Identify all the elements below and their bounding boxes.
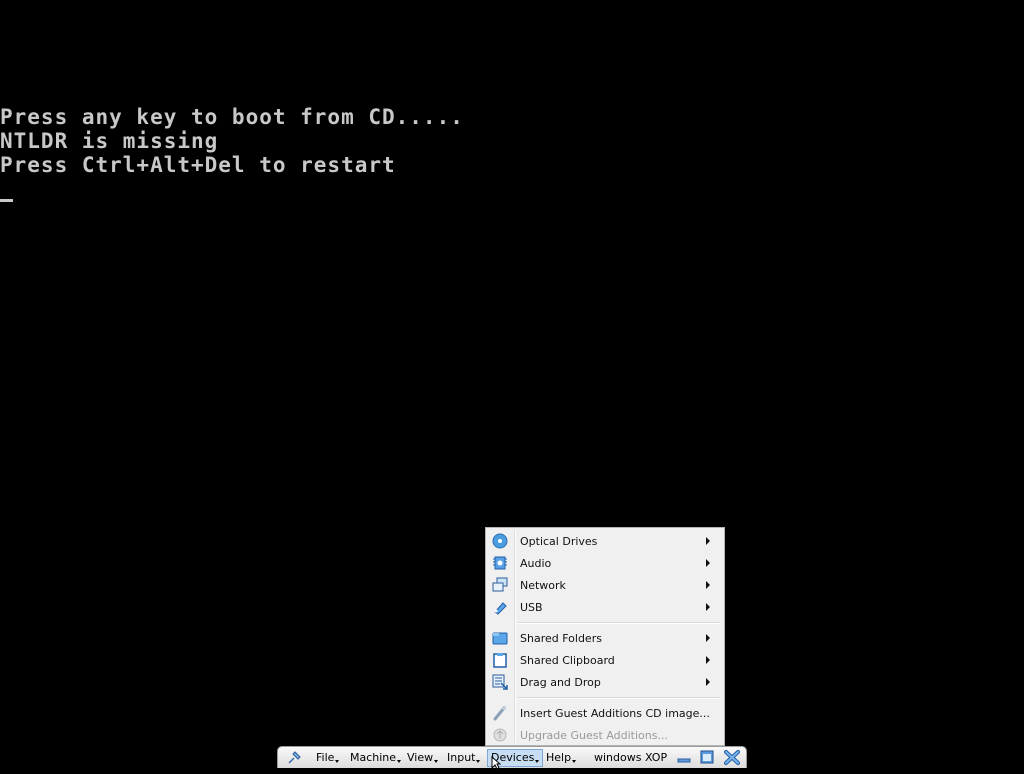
folder-icon <box>488 630 512 646</box>
audio-chip-icon <box>488 555 512 571</box>
menu-item-label: Insert Guest Additions CD image... <box>520 706 710 720</box>
dropdown-arrow-icon <box>572 760 577 763</box>
restore-icon[interactable] <box>698 749 716 766</box>
submenu-arrow-icon <box>706 537 710 545</box>
usb-icon <box>488 599 512 615</box>
upgrade-icon <box>488 727 512 743</box>
vm-console-output: Press any key to boot from CD..... NTLDR… <box>0 105 464 177</box>
dropdown-arrow-icon <box>335 760 340 763</box>
menu-item-label: Drag and Drop <box>520 675 601 689</box>
menu-item-shared-clipboard[interactable]: Shared Clipboard <box>488 649 722 671</box>
submenu-arrow-icon <box>706 603 710 611</box>
menu-item-network[interactable]: Network <box>488 574 722 596</box>
toolbar-menu-view[interactable]: View <box>404 749 441 767</box>
toolbar-menu-file[interactable]: File <box>313 749 342 767</box>
toolbar-menu-label: File <box>316 751 335 764</box>
submenu-arrow-icon <box>706 581 710 589</box>
submenu-arrow-icon <box>706 678 710 686</box>
dropdown-arrow-icon <box>434 760 439 763</box>
menu-item-audio[interactable]: Audio <box>488 552 722 574</box>
menu-item-shared-folders[interactable]: Shared Folders <box>488 627 722 649</box>
submenu-arrow-icon <box>706 559 710 567</box>
toolbar-menu-machine[interactable]: Machine <box>347 749 404 767</box>
dropdown-arrow-icon <box>476 760 481 763</box>
drag-drop-icon <box>488 674 512 690</box>
toolbar-menu-label: Input <box>447 751 476 764</box>
optical-disc-icon <box>488 533 512 549</box>
menu-item-usb[interactable]: USB <box>488 596 722 618</box>
close-icon[interactable] <box>723 749 741 766</box>
vm-name-label: windows XOP <box>594 751 668 764</box>
menu-item-label: Audio <box>520 556 552 570</box>
menu-separator <box>518 622 720 624</box>
submenu-arrow-icon <box>706 634 710 642</box>
menu-item-drag-and-drop[interactable]: Drag and Drop <box>488 671 722 693</box>
dropdown-arrow-icon <box>397 760 402 763</box>
menu-item-label: Shared Clipboard <box>520 653 615 667</box>
devices-menu: Optical Drives Audio Network USB Shared … <box>485 527 725 746</box>
menu-separator <box>518 697 720 699</box>
menu-item-label: Shared Folders <box>520 631 602 645</box>
clipboard-icon <box>488 652 512 668</box>
console-line: NTLDR is missing <box>0 129 219 153</box>
toolbar-menu-input[interactable]: Input <box>444 749 483 767</box>
vm-mini-toolbar: File Machine View Input Devices Help win… <box>277 746 747 768</box>
menu-item-upgrade-guest-additions: Upgrade Guest Additions... <box>488 724 722 746</box>
toolbar-menu-help[interactable]: Help <box>543 749 579 767</box>
guest-additions-icon <box>488 705 512 721</box>
network-icon <box>488 577 512 593</box>
dropdown-arrow-icon <box>535 760 540 763</box>
toolbar-menu-label: View <box>407 751 434 764</box>
console-line: Press any key to boot from CD..... <box>0 105 464 129</box>
menu-item-label: Optical Drives <box>520 534 598 548</box>
menu-item-label: USB <box>520 600 543 614</box>
console-line: Press Ctrl+Alt+Del to restart <box>0 153 396 177</box>
text-cursor <box>0 199 13 202</box>
toolbar-menu-label: Machine <box>350 751 397 764</box>
menu-item-label: Upgrade Guest Additions... <box>520 728 668 742</box>
minimize-icon[interactable] <box>675 749 693 766</box>
menu-item-optical-drives[interactable]: Optical Drives <box>488 530 722 552</box>
toolbar-menu-label: Help <box>546 751 572 764</box>
mouse-pointer-icon <box>491 755 502 770</box>
pin-icon[interactable] <box>285 749 303 766</box>
menu-item-label: Network <box>520 578 566 592</box>
menu-item-insert-guest-additions[interactable]: Insert Guest Additions CD image... <box>488 702 722 724</box>
submenu-arrow-icon <box>706 656 710 664</box>
